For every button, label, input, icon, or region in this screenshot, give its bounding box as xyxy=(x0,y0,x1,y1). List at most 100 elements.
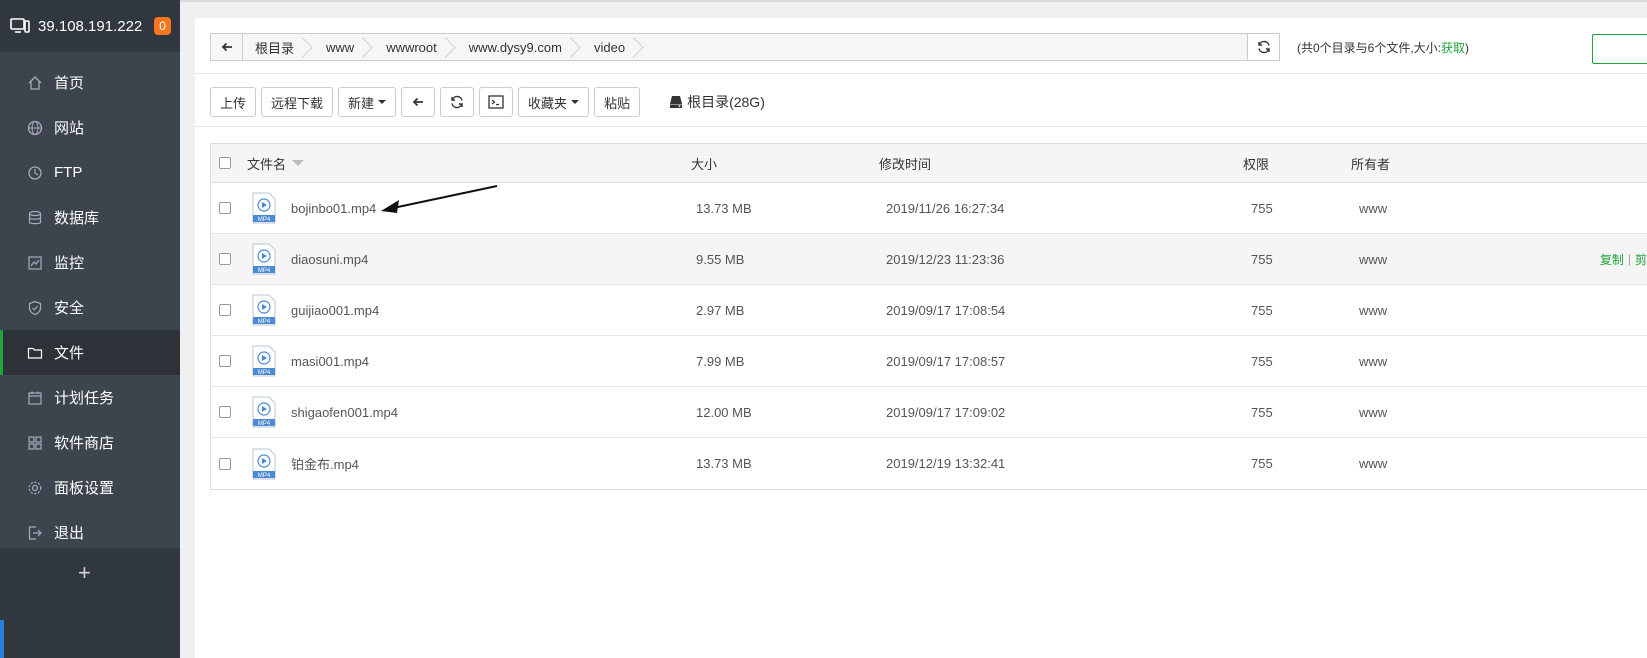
notification-badge[interactable]: 0 xyxy=(154,17,171,35)
file-mtime: 2019/12/23 11:23:36 xyxy=(886,251,1005,267)
header-mtime[interactable]: 修改时间 xyxy=(879,144,931,182)
sidebar-item-database[interactable]: 数据库 xyxy=(0,195,180,240)
copy-link[interactable]: 复制 xyxy=(1600,251,1624,268)
breadcrumb-root[interactable]: 根目录 xyxy=(243,34,314,60)
sidebar-item-websites[interactable]: 网站 xyxy=(0,105,180,150)
file-name[interactable]: guijiao001.mp4 xyxy=(291,303,379,318)
header-name[interactable]: 文件名 xyxy=(247,144,305,182)
fetch-size-link[interactable]: 获取 xyxy=(1441,41,1465,55)
globe-icon xyxy=(26,119,44,137)
file-name[interactable]: shigaofen001.mp4 xyxy=(291,405,398,420)
mp4-file-icon: MP4 xyxy=(252,243,276,275)
header-perm[interactable]: 权限 xyxy=(1243,144,1269,182)
file-perm[interactable]: 755 xyxy=(1251,285,1273,335)
directory-summary: (共0个目录与6个文件,大小:获取) xyxy=(1297,39,1469,56)
file-perm[interactable]: 755 xyxy=(1251,336,1273,386)
file-perm[interactable]: 755 xyxy=(1251,438,1273,489)
hard-drive-icon xyxy=(670,96,683,108)
remote-download-button[interactable]: 远程下载 xyxy=(261,87,334,117)
table-row[interactable]: MP4 shigaofen001.mp4 12.00 MB 2019/09/17… xyxy=(211,387,1647,438)
sidebar-item-store[interactable]: 软件商店 xyxy=(0,420,180,465)
sidebar: 39.108.191.222 0 首页 网站 FTP 数据库 监控 安全 文件 … xyxy=(0,0,180,658)
file-perm[interactable]: 755 xyxy=(1251,183,1273,233)
cut-link[interactable]: 剪 xyxy=(1635,251,1647,268)
database-icon xyxy=(26,209,44,227)
row-select-cell xyxy=(219,438,231,489)
breadcrumb-video[interactable]: video xyxy=(582,34,645,60)
file-name-cell: MP4 masi001.mp4 xyxy=(247,336,369,386)
table-row[interactable]: MP4 铂金布.mp4 13.73 MB 2019/12/19 13:32:41… xyxy=(211,438,1647,489)
row-checkbox[interactable] xyxy=(219,253,231,265)
path-refresh-button[interactable] xyxy=(1247,34,1279,60)
row-select-cell xyxy=(219,387,231,437)
disk-selector[interactable]: 根目录(28G) xyxy=(669,92,765,112)
folder-icon xyxy=(26,344,44,362)
arrow-left-icon xyxy=(221,42,232,52)
server-header[interactable]: 39.108.191.222 0 xyxy=(0,0,180,52)
row-actions: 复制 | 剪 xyxy=(1600,234,1647,284)
file-name[interactable]: 铂金布.mp4 xyxy=(291,454,359,473)
add-shortcut-button[interactable]: + xyxy=(78,560,91,586)
terminal-button[interactable] xyxy=(479,87,514,117)
mp4-file-icon: MP4 xyxy=(252,345,276,377)
row-checkbox[interactable] xyxy=(219,355,231,367)
file-mtime: 2019/12/19 13:32:41 xyxy=(886,456,1006,471)
sidebar-item-security[interactable]: 安全 xyxy=(0,285,180,330)
table-row[interactable]: MP4 masi001.mp4 7.99 MB 2019/09/17 17:08… xyxy=(211,336,1647,387)
path-back-button[interactable] xyxy=(211,34,243,60)
sidebar-item-ftp[interactable]: FTP xyxy=(0,150,180,195)
mp4-file-icon: MP4 xyxy=(252,294,276,326)
row-checkbox[interactable] xyxy=(219,202,231,214)
sidebar-item-cron[interactable]: 计划任务 xyxy=(0,375,180,420)
file-mtime: 2019/09/17 17:08:57 xyxy=(886,353,1006,369)
refresh-button[interactable] xyxy=(440,87,475,117)
select-all-checkbox[interactable] xyxy=(219,157,231,169)
sidebar-item-settings[interactable]: 面板设置 xyxy=(0,465,180,510)
table-row[interactable]: MP4 guijiao001.mp4 2.97 MB 2019/09/17 17… xyxy=(211,285,1647,336)
mp4-file-icon: MP4 xyxy=(252,448,276,479)
sidebar-item-monitor[interactable]: 监控 xyxy=(0,240,180,285)
file-size: 12.00 MB xyxy=(696,404,752,420)
file-name[interactable]: masi001.mp4 xyxy=(291,354,369,369)
row-select-cell xyxy=(219,234,231,284)
mp4-file-icon: MP4 xyxy=(252,396,276,428)
file-perm[interactable]: 755 xyxy=(1251,387,1273,437)
mp4-badge-text: MP4 xyxy=(258,473,271,479)
toolbar: 上传 远程下载 新建 收藏夹 粘贴 根目录(28G) xyxy=(210,86,765,118)
new-dropdown-button[interactable]: 新建 xyxy=(338,87,397,117)
sidebar-item-home[interactable]: 首页 xyxy=(0,60,180,105)
file-name[interactable]: bojinbo01.mp4 xyxy=(291,201,376,216)
header-owner[interactable]: 所有者 xyxy=(1351,144,1390,182)
row-select-cell xyxy=(219,336,231,386)
sidebar-item-files[interactable]: 文件 xyxy=(0,330,180,375)
header-size[interactable]: 大小 xyxy=(691,144,717,182)
row-checkbox[interactable] xyxy=(219,457,231,470)
file-name-cell: MP4 bojinbo01.mp4 xyxy=(247,183,376,233)
sidebar-item-label: 退出 xyxy=(54,525,85,542)
upload-button[interactable]: 上传 xyxy=(210,87,257,117)
file-name[interactable]: diaosuni.mp4 xyxy=(291,252,368,267)
sidebar-item-label: FTP xyxy=(54,164,83,181)
divider xyxy=(195,73,1647,74)
grid-icon xyxy=(26,434,44,452)
sidebar-item-label: 文件 xyxy=(54,345,85,362)
row-checkbox[interactable] xyxy=(219,406,231,418)
file-owner: www xyxy=(1359,302,1388,318)
back-button[interactable] xyxy=(401,87,436,117)
refresh-icon xyxy=(451,95,463,109)
favorites-dropdown-button[interactable]: 收藏夹 xyxy=(518,87,590,117)
select-all-cell xyxy=(219,144,231,182)
breadcrumb-www[interactable]: www xyxy=(314,34,374,60)
breadcrumb-site[interactable]: www.dysy9.com xyxy=(457,34,582,60)
calendar-icon xyxy=(26,389,44,407)
file-name-cell: MP4 guijiao001.mp4 xyxy=(247,285,379,335)
file-perm[interactable]: 755 xyxy=(1251,234,1273,284)
breadcrumb-wwwroot[interactable]: wwwroot xyxy=(374,34,457,60)
mp4-badge-text: MP4 xyxy=(258,268,271,274)
paste-button[interactable]: 粘贴 xyxy=(594,87,641,117)
search-input[interactable] xyxy=(1592,34,1647,64)
row-checkbox[interactable] xyxy=(219,304,231,316)
table-row[interactable]: MP4 diaosuni.mp4 9.55 MB 2019/12/23 11:2… xyxy=(211,234,1647,285)
path-bar: 根目录 www wwwroot www.dysy9.com video xyxy=(210,33,1280,61)
mp4-badge-text: MP4 xyxy=(258,370,271,376)
